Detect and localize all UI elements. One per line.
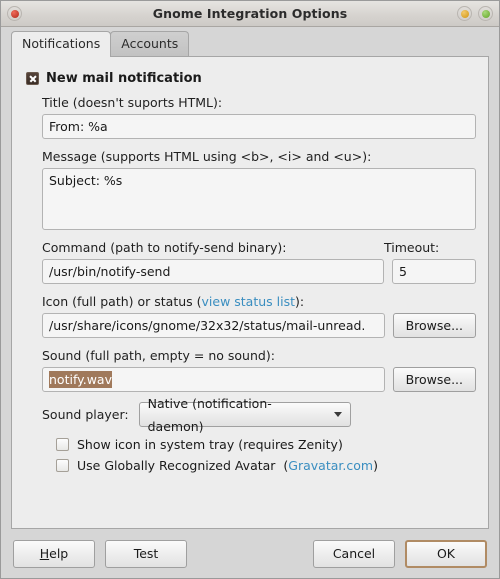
icon-field-row: /usr/share/icons/gnome/32x32/status/mail… [42,313,476,338]
new-mail-notification-checkbox[interactable] [26,72,39,85]
cancel-button[interactable]: Cancel [313,539,395,568]
help-button[interactable]: Help [13,539,95,568]
tab-strip: Notifications Accounts [1,27,499,57]
title-input[interactable]: From: %a [42,114,476,139]
gravatar-link[interactable]: Gravatar.com [288,458,373,473]
message-field-label: Message (supports HTML using <b>, <i> an… [42,149,372,164]
title-bar: Gnome Integration Options [1,1,499,27]
tray-icon-checkbox-row[interactable]: Show icon in system tray (requires Zenit… [56,437,476,452]
gravatar-label: Use Globally Recognized Avatar (Gravatar… [77,458,378,473]
sound-player-value: Native (notification-daemon) [147,395,272,434]
icon-label-prefix: Icon (full path) or status ( [42,294,202,309]
timeout-input[interactable]: 5 [392,259,476,284]
tab-notifications[interactable]: Notifications [11,31,112,57]
window-control-group [457,6,493,21]
chevron-down-icon [333,412,342,417]
maximize-button[interactable] [478,6,493,21]
command-timeout-label-row: Command (path to notify-send binary): Ti… [42,240,476,259]
message-field-row: Subject: %s [42,168,476,230]
gravatar-checkbox[interactable] [56,459,69,472]
help-mnemonic: H [39,545,50,561]
maximize-icon [481,9,490,18]
sound-player-label: Sound player: [42,407,129,422]
help-label-rest: elp [49,545,69,561]
gravatar-paren-close: ) [373,458,378,473]
title-field-row: From: %a [42,114,476,139]
command-field-label: Command (path to notify-send binary): [42,240,287,255]
sound-field-row: notify.wav Browse... [42,367,476,392]
ok-button[interactable]: OK [405,539,487,568]
minimize-button[interactable] [457,6,472,21]
sound-player-select[interactable]: Native (notification-daemon) [138,396,351,434]
sound-path-value: notify.wav [49,371,112,388]
sound-path-input[interactable]: notify.wav [42,367,385,392]
tab-notifications-label: Notifications [22,36,101,51]
command-input[interactable]: /usr/bin/notify-send [42,259,384,284]
icon-label-suffix: ): [295,294,305,309]
options-dialog: Gnome Integration Options Notifications … [0,0,500,579]
test-button[interactable]: Test [105,539,187,568]
minimize-icon [460,9,469,18]
tab-accounts-label: Accounts [121,36,179,51]
dialog-action-bar: Help Test Cancel OK [1,529,499,578]
command-timeout-row: /usr/bin/notify-send 5 [42,259,476,284]
new-mail-notification-group-header[interactable]: New mail notification [26,71,476,86]
sound-player-row: Sound player: Native (notification-daemo… [42,396,476,434]
icon-browse-button[interactable]: Browse... [392,313,476,338]
icon-path-input[interactable]: /usr/share/icons/gnome/32x32/status/mail… [42,313,385,338]
notifications-panel: New mail notification Title (doesn't sup… [11,56,489,529]
icon-field-label: Icon (full path) or status (view status … [42,294,476,309]
sound-browse-button[interactable]: Browse... [392,367,476,392]
message-textarea[interactable]: Subject: %s [42,168,476,230]
close-icon [10,9,19,18]
tray-icon-checkbox[interactable] [56,438,69,451]
tab-accounts[interactable]: Accounts [110,31,190,56]
gravatar-checkbox-row[interactable]: Use Globally Recognized Avatar (Gravatar… [56,458,476,473]
timeout-field-label: Timeout: [384,240,440,255]
gravatar-label-prefix: Use Globally Recognized Avatar [77,458,276,473]
new-mail-notification-label: New mail notification [46,71,202,86]
title-field-label: Title (doesn't suports HTML): [42,95,223,110]
sound-field-label: Sound (full path, empty = no sound): [42,348,275,363]
view-status-list-link[interactable]: view status list [202,294,296,309]
close-button[interactable] [7,6,22,21]
window-title: Gnome Integration Options [152,6,348,21]
tray-icon-label: Show icon in system tray (requires Zenit… [77,437,343,452]
